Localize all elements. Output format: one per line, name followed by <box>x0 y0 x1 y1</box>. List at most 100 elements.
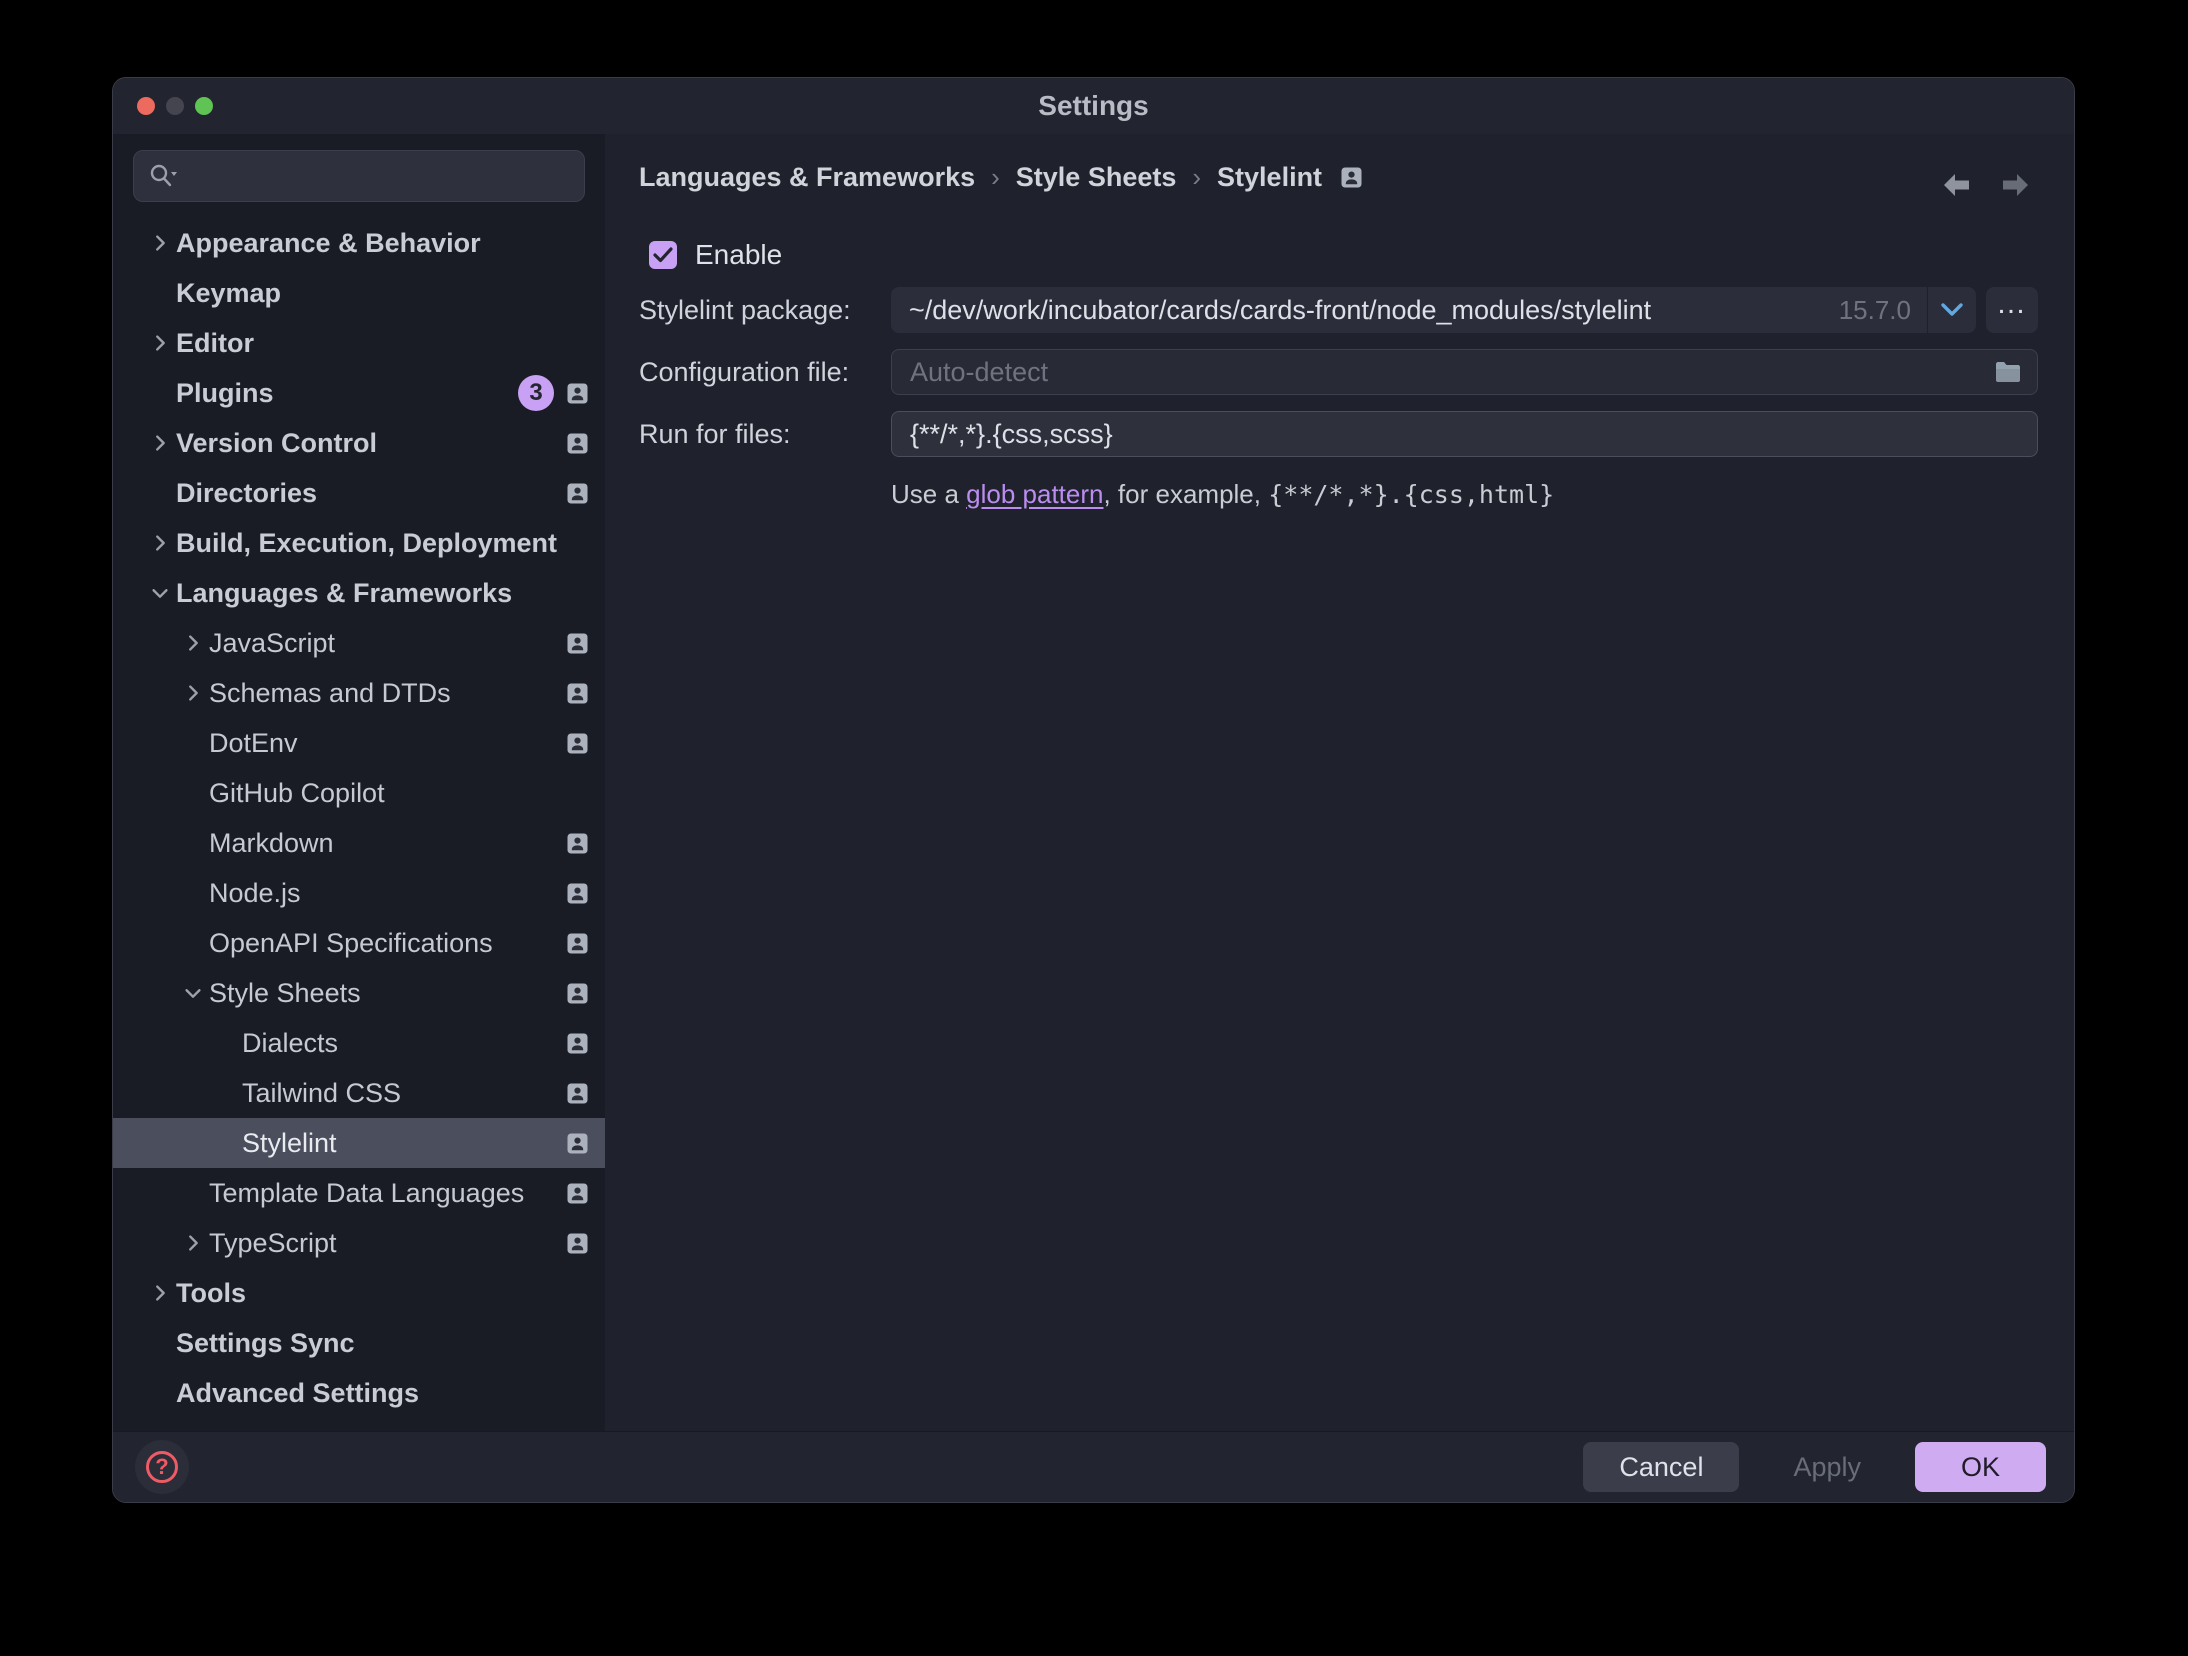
tree-chevron-icon[interactable] <box>176 631 209 655</box>
apply-button[interactable]: Apply <box>1787 1442 1867 1492</box>
glob-hint: Use a glob pattern, for example, {**/*,*… <box>891 479 2038 510</box>
sidebar-item-label: Tools <box>176 1278 246 1309</box>
tree-chevron-icon[interactable] <box>209 1131 242 1155</box>
sidebar-item-node-js[interactable]: Node.js <box>113 868 605 918</box>
sidebar-item-template-data-languages[interactable]: Template Data Languages <box>113 1168 605 1218</box>
breadcrumb-segment[interactable]: Languages & Frameworks <box>639 162 975 193</box>
breadcrumb-segment[interactable]: Stylelint <box>1217 162 1322 193</box>
sidebar-item-version-control[interactable]: Version Control <box>113 418 605 468</box>
forward-button[interactable] <box>2000 170 2030 200</box>
sidebar-item-markdown[interactable]: Markdown <box>113 818 605 868</box>
tree-chevron-icon[interactable] <box>143 381 176 405</box>
tree-chevron-icon[interactable] <box>143 281 176 305</box>
sidebar-item-settings-sync[interactable]: Settings Sync <box>113 1318 605 1368</box>
tree-chevron-icon[interactable] <box>143 1281 176 1305</box>
tree-chevron-icon[interactable] <box>176 1231 209 1255</box>
tree-chevron-icon[interactable] <box>176 831 209 855</box>
glob-pattern-link[interactable]: glob pattern <box>966 479 1103 509</box>
package-browse-button[interactable]: … <box>1986 287 2038 333</box>
tree-chevron-icon[interactable] <box>176 931 209 955</box>
package-value[interactable]: ~/dev/work/incubator/cards/cards-front/n… <box>891 295 1839 326</box>
per-user-settings-icon <box>566 632 589 655</box>
tree-chevron-icon[interactable] <box>143 431 176 455</box>
tree-chevron-icon[interactable] <box>143 581 176 605</box>
sidebar-item-label: Tailwind CSS <box>242 1078 401 1109</box>
search-icon <box>148 162 178 190</box>
config-file-field[interactable] <box>891 349 2038 395</box>
per-user-settings-icon <box>566 1032 589 1055</box>
sidebar-item-label: Template Data Languages <box>209 1178 524 1209</box>
per-user-settings-icon <box>566 982 589 1005</box>
package-combobox[interactable]: ~/dev/work/incubator/cards/cards-front/n… <box>891 287 1976 333</box>
minimize-button[interactable] <box>166 97 184 115</box>
back-arrow-icon <box>1942 172 1972 198</box>
back-button[interactable] <box>1942 170 1972 200</box>
sidebar-item-dotenv[interactable]: DotEnv <box>113 718 605 768</box>
chevron-down-icon <box>1939 302 1965 318</box>
settings-search[interactable] <box>133 150 585 202</box>
settings-dialog: Settings Appearance & Behavior <box>112 77 2075 1503</box>
tree-chevron-icon[interactable] <box>143 331 176 355</box>
folder-icon[interactable] <box>1993 359 2023 385</box>
breadcrumb-separator: › <box>1192 162 1201 193</box>
tree-chevron-icon[interactable] <box>143 1331 176 1355</box>
run-for-files-input[interactable] <box>910 419 2023 450</box>
traffic-lights <box>137 97 213 115</box>
tree-chevron-icon[interactable] <box>143 481 176 505</box>
config-file-input[interactable] <box>910 357 1993 388</box>
sidebar-item-github-copilot[interactable]: GitHub Copilot <box>113 768 605 818</box>
tree-chevron-icon[interactable] <box>176 681 209 705</box>
sidebar-item-appearance-behavior[interactable]: Appearance & Behavior <box>113 218 605 268</box>
help-button[interactable]: ? <box>135 1440 189 1494</box>
sidebar-item-tools[interactable]: Tools <box>113 1268 605 1318</box>
tree-chevron-icon[interactable] <box>176 881 209 905</box>
sidebar-item-label: Dialects <box>242 1028 338 1059</box>
sidebar-item-schemas-and-dtds[interactable]: Schemas and DTDs <box>113 668 605 718</box>
sidebar-item-editor[interactable]: Editor <box>113 318 605 368</box>
tree-chevron-icon[interactable] <box>176 1181 209 1205</box>
search-history-chevron-icon <box>171 172 177 176</box>
package-dropdown-button[interactable] <box>1927 287 1976 333</box>
checkmark-icon <box>653 247 673 263</box>
breadcrumb-segment[interactable]: Style Sheets <box>1016 162 1177 193</box>
ok-button[interactable]: OK <box>1915 1442 2046 1492</box>
close-button[interactable] <box>137 97 155 115</box>
tree-chevron-icon[interactable] <box>176 781 209 805</box>
sidebar-item-advanced-settings[interactable]: Advanced Settings <box>113 1368 605 1418</box>
dialog-footer: ? Cancel Apply OK <box>113 1431 2074 1502</box>
sidebar-item-label: Advanced Settings <box>176 1378 419 1409</box>
sidebar-item-openapi-specifications[interactable]: OpenAPI Specifications <box>113 918 605 968</box>
tree-chevron-icon[interactable] <box>176 731 209 755</box>
sidebar-item-directories[interactable]: Directories <box>113 468 605 518</box>
cancel-button[interactable]: Cancel <box>1583 1442 1739 1492</box>
search-input[interactable] <box>188 160 570 193</box>
sidebar-item-javascript[interactable]: JavaScript <box>113 618 605 668</box>
settings-content: Languages & Frameworks › Style Sheets › Styl… <box>605 134 2074 1431</box>
tree-chevron-icon[interactable] <box>143 231 176 255</box>
per-user-settings-icon <box>566 932 589 955</box>
sidebar-item-keymap[interactable]: Keymap <box>113 268 605 318</box>
breadcrumb-separator: › <box>991 162 1000 193</box>
zoom-button[interactable] <box>195 97 213 115</box>
sidebar-item-typescript[interactable]: TypeScript <box>113 1218 605 1268</box>
run-for-files-field[interactable] <box>891 411 2038 457</box>
sidebar-item-languages-frameworks[interactable]: Languages & Frameworks <box>113 568 605 618</box>
sidebar-item-dialects[interactable]: Dialects <box>113 1018 605 1068</box>
tree-chevron-icon[interactable] <box>209 1081 242 1105</box>
ellipsis-icon: … <box>1996 294 2028 314</box>
sidebar-item-label: TypeScript <box>209 1228 337 1259</box>
tree-chevron-icon[interactable] <box>143 1381 176 1405</box>
per-user-settings-icon <box>566 732 589 755</box>
sidebar-item-label: Settings Sync <box>176 1328 355 1359</box>
sidebar-item-build-execution-deployment[interactable]: Build, Execution, Deployment <box>113 518 605 568</box>
enable-label: Enable <box>695 239 782 271</box>
tree-chevron-icon[interactable] <box>209 1031 242 1055</box>
enable-checkbox[interactable] <box>649 241 677 269</box>
sidebar-item-plugins[interactable]: Plugins 3 <box>113 368 605 418</box>
sidebar-item-stylelint[interactable]: Stylelint <box>113 1118 605 1168</box>
tree-chevron-icon[interactable] <box>176 981 209 1005</box>
sidebar-item-tailwind-css[interactable]: Tailwind CSS <box>113 1068 605 1118</box>
sidebar-item-label: Editor <box>176 328 254 359</box>
sidebar-item-style-sheets[interactable]: Style Sheets <box>113 968 605 1018</box>
tree-chevron-icon[interactable] <box>143 531 176 555</box>
